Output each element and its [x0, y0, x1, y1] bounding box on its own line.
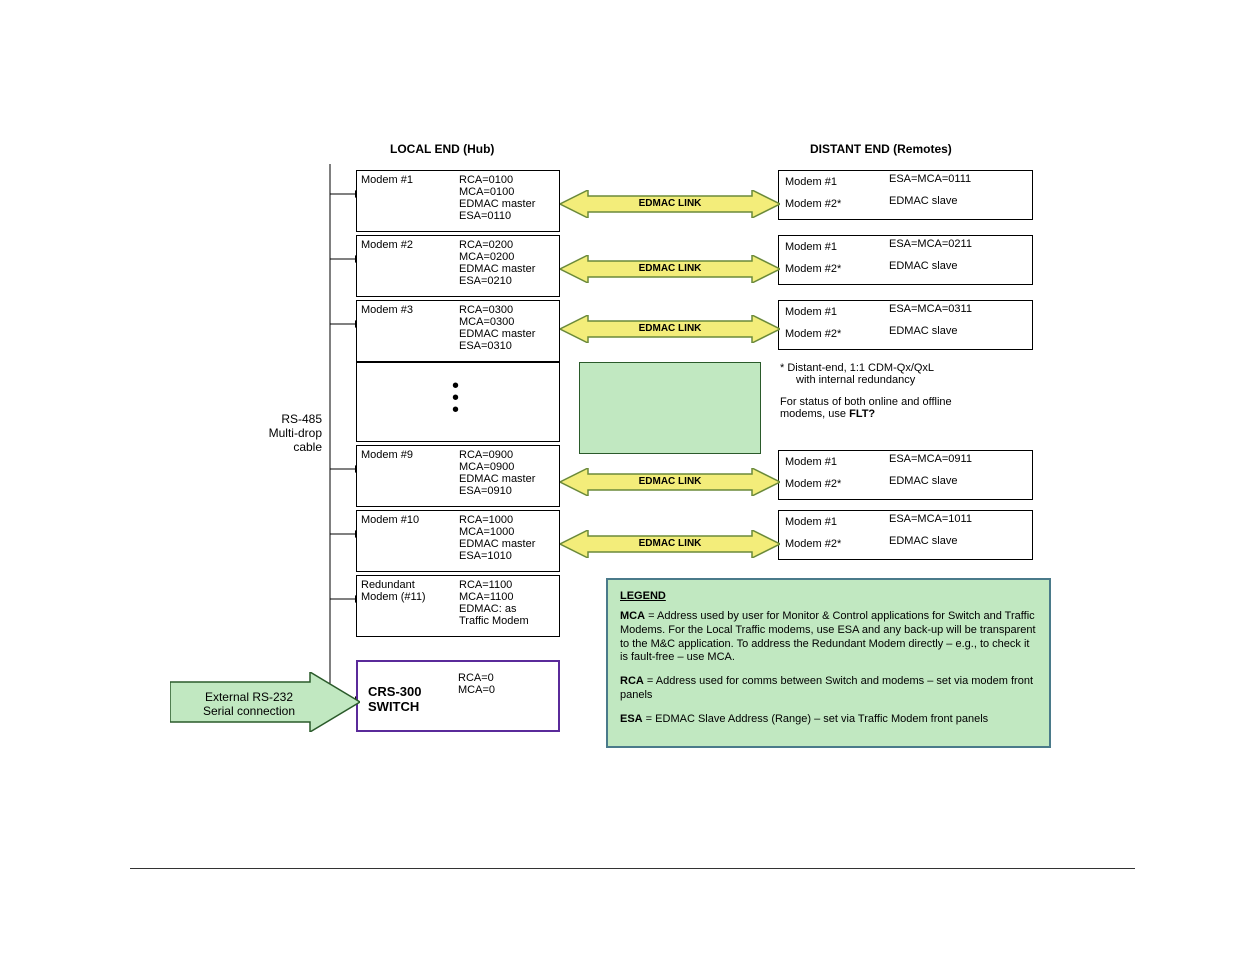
remote-modem-9: Modem #1ESA=MCA=0911 Modem #2*EDMAC slav… [778, 450, 1033, 500]
local-modem-3: Modem #3 RCA=0300MCA=0300EDMAC masterESA… [356, 300, 560, 362]
bus-line [320, 164, 360, 724]
bus-label-line: Multi-drop [242, 426, 322, 440]
external-arrow-label: External RS-232 Serial connection [184, 690, 314, 718]
modem-name: Modem #2 [357, 236, 455, 290]
edmac-link-label: EDMAC LINK [610, 263, 730, 274]
local-modem-9: Modem #9 RCA=0900MCA=0900EDMAC masterESA… [356, 445, 560, 507]
modem-name: Modem #3 [357, 301, 455, 355]
local-modem-2: Modem #2 RCA=0200MCA=0200EDMAC masterESA… [356, 235, 560, 297]
remote-modem-3: Modem #1ESA=MCA=0311 Modem #2*EDMAC slav… [778, 300, 1033, 350]
switch-box: CRS-300SWITCH RCA=0MCA=0 [356, 660, 560, 732]
remote-modem-10: Modem #1ESA=MCA=1011 Modem #2*EDMAC slav… [778, 510, 1033, 560]
legend-box: LEGEND MCA = Address used by user for Mo… [606, 578, 1051, 748]
edmac-link-label: EDMAC LINK [610, 538, 730, 549]
ellipsis-dots: ••• [452, 380, 459, 416]
local-end-title: LOCAL END (Hub) [390, 142, 494, 156]
legend-title: LEGEND [620, 590, 1037, 602]
modem-name: Modem #1 [357, 171, 455, 225]
center-green-box [579, 362, 761, 454]
modem-name: Modem #9 [357, 446, 455, 500]
local-modem-1: Modem #1 RCA=0100MCA=0100EDMAC masterESA… [356, 170, 560, 232]
bus-label-line: cable [242, 440, 322, 454]
remote-modem-2: Modem #1ESA=MCA=0211 Modem #2*EDMAC slav… [778, 235, 1033, 285]
modem-name: Modem #10 [357, 511, 455, 565]
distant-end-title: DISTANT END (Remotes) [810, 142, 952, 156]
remote-modem-1: Modem #1ESA=MCA=0111 Modem #2*EDMAC slav… [778, 170, 1033, 220]
bus-label: RS-485 Multi-drop cable [242, 412, 322, 454]
switch-name: CRS-300 [368, 684, 421, 699]
switch-sub: SWITCH [368, 699, 419, 714]
edmac-link-label: EDMAC LINK [610, 198, 730, 209]
distant-note: * Distant-end, 1:1 CDM-Qx/QxL with inter… [780, 362, 1040, 420]
edmac-link-label: EDMAC LINK [610, 476, 730, 487]
edmac-link-label: EDMAC LINK [610, 323, 730, 334]
local-modem-redundant: RedundantModem (#11) RCA=1100MCA=1100EDM… [356, 575, 560, 637]
footer-rule [130, 868, 1135, 869]
legend-mca: MCA = Address used by user for Monitor &… [620, 610, 1037, 665]
bus-label-line: RS-485 [242, 412, 322, 426]
legend-esa: ESA = EDMAC Slave Address (Range) – set … [620, 713, 1037, 727]
local-modem-10: Modem #10 RCA=1000MCA=1000EDMAC masterES… [356, 510, 560, 572]
legend-rca: RCA = Address used for comms between Swi… [620, 675, 1037, 703]
